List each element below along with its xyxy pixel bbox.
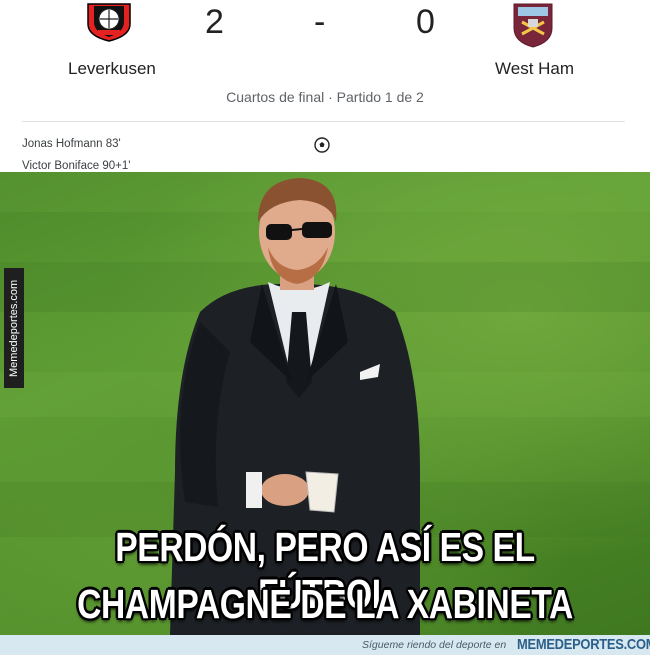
footer-brand-link[interactable]: MEMEDEPORTES.COM xyxy=(517,636,650,653)
side-watermark: Memedeportes.com xyxy=(4,268,24,388)
score-separator: - xyxy=(314,3,326,41)
away-team-name[interactable]: West Ham xyxy=(495,59,574,79)
goal-scorer: Jonas Hofmann 83' xyxy=(22,138,121,150)
home-team-name[interactable]: Leverkusen xyxy=(68,59,156,79)
soccer-ball-icon xyxy=(314,137,330,153)
match-round: Cuartos de final · Partido 1 de 2 xyxy=(226,89,424,105)
divider xyxy=(22,121,625,122)
footer-follow-text: Sígueте riendo del deporte en xyxy=(362,639,507,651)
west-ham-crest-icon xyxy=(513,3,553,48)
home-score: 2 xyxy=(205,3,224,41)
goal-scorer: Victor Boniface 90+1' xyxy=(22,160,131,172)
meme-caption-line-2: CHAMPAGNE DE LA XABINETA xyxy=(77,581,573,627)
footer-bar: Sígueте riendo del deporte en MEMEDEPORT… xyxy=(0,635,650,655)
bayer-leverkusen-crest-icon xyxy=(87,3,131,42)
away-score: 0 xyxy=(416,3,435,41)
match-scoreboard: 2 - 0 Leverkusen West Ham Cuartos de fin… xyxy=(0,0,650,172)
